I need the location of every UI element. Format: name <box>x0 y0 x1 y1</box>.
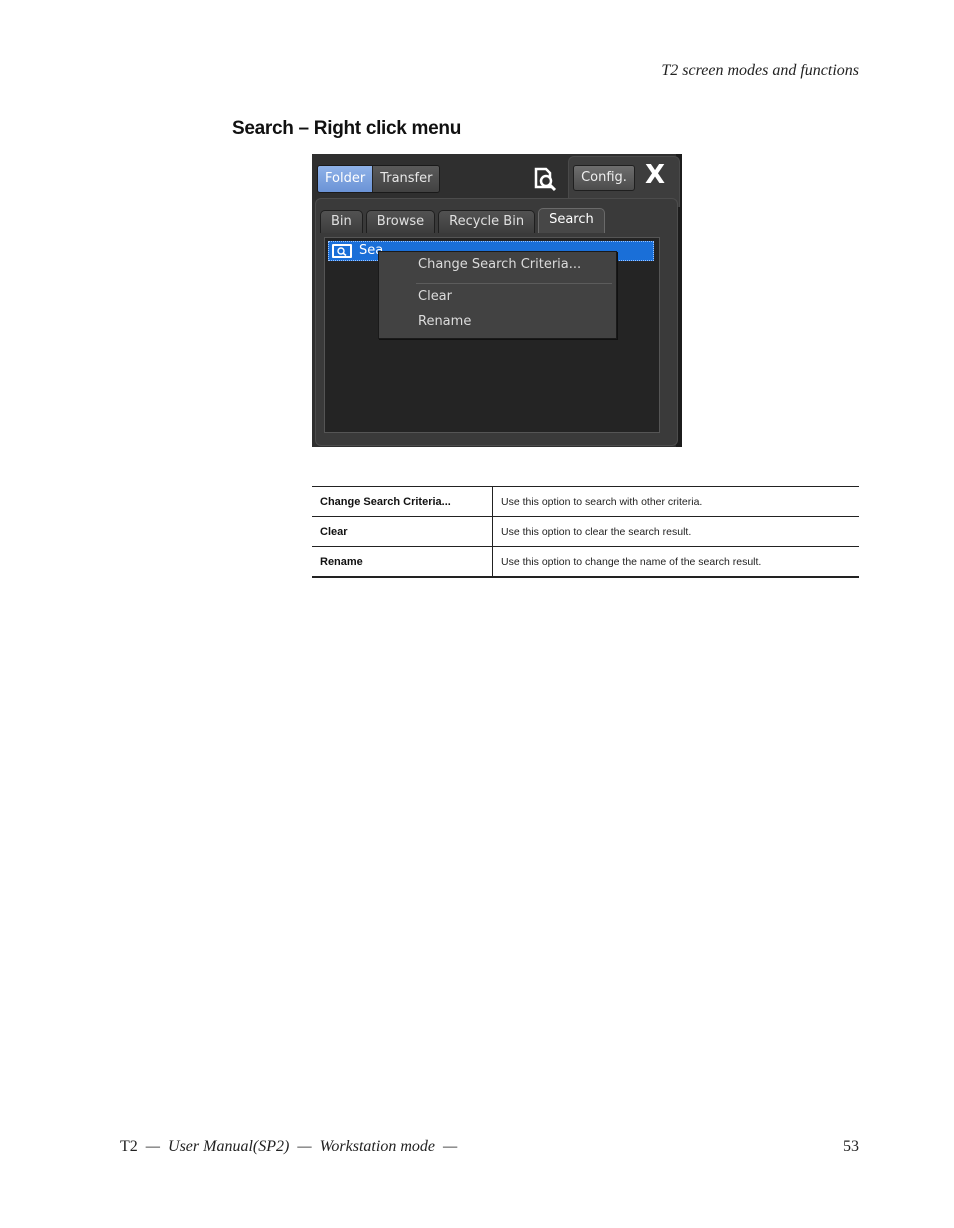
section-title: Search – Right click menu <box>232 118 462 139</box>
option-term: Change Search Criteria... <box>312 486 493 517</box>
tab-search[interactable]: Search <box>538 208 605 233</box>
tab-bin[interactable]: Bin <box>320 210 363 233</box>
table-row: Clear Use this option to clear the searc… <box>312 516 859 547</box>
tab-recycle-bin[interactable]: Recycle Bin <box>438 210 536 233</box>
footer-separator: — <box>297 1138 312 1155</box>
footer-separator: — <box>145 1138 161 1155</box>
config-button[interactable]: Config. <box>573 165 635 191</box>
menu-item-clear[interactable]: Clear <box>418 289 452 304</box>
footer-manual: User Manual(SP2) <box>168 1138 290 1155</box>
folder-transfer-toggle: Folder Transfer <box>317 165 441 193</box>
option-description: Use this option to clear the search resu… <box>492 516 859 547</box>
option-term: Clear <box>312 516 493 547</box>
footer-mode: Workstation mode <box>319 1138 435 1155</box>
footer-product: T2 <box>120 1138 138 1155</box>
screenshot-window: Folder Transfer Config. X Bin Browse Rec… <box>312 154 682 447</box>
running-header: T2 screen modes and functions <box>661 62 859 79</box>
table-row: Change Search Criteria... Use this optio… <box>312 486 859 517</box>
option-description: Use this option to search with other cri… <box>492 486 859 517</box>
option-term: Rename <box>312 546 493 577</box>
menu-item-rename[interactable]: Rename <box>418 314 471 329</box>
options-table: Change Search Criteria... Use this optio… <box>312 486 859 578</box>
tab-bar: Bin Browse Recycle Bin Search <box>320 208 605 234</box>
page-number: 53 <box>843 1138 859 1155</box>
menu-item-change-search-criteria[interactable]: Change Search Criteria... <box>418 257 581 272</box>
menu-separator <box>416 283 612 284</box>
transfer-button[interactable]: Transfer <box>372 166 440 192</box>
option-description: Use this option to change the name of th… <box>492 546 859 577</box>
footer-separator: — <box>442 1138 458 1155</box>
search-document-icon[interactable] <box>532 166 560 194</box>
footer-title: T2 — User Manual(SP2) — Workstation mode… <box>120 1138 457 1156</box>
table-row: Rename Use this option to change the nam… <box>312 546 859 577</box>
context-menu: Change Search Criteria... Clear Rename <box>378 251 617 339</box>
tab-browse[interactable]: Browse <box>365 210 436 233</box>
close-icon[interactable]: X <box>642 162 668 188</box>
folder-button[interactable]: Folder <box>318 166 373 192</box>
search-folder-icon <box>331 243 353 259</box>
